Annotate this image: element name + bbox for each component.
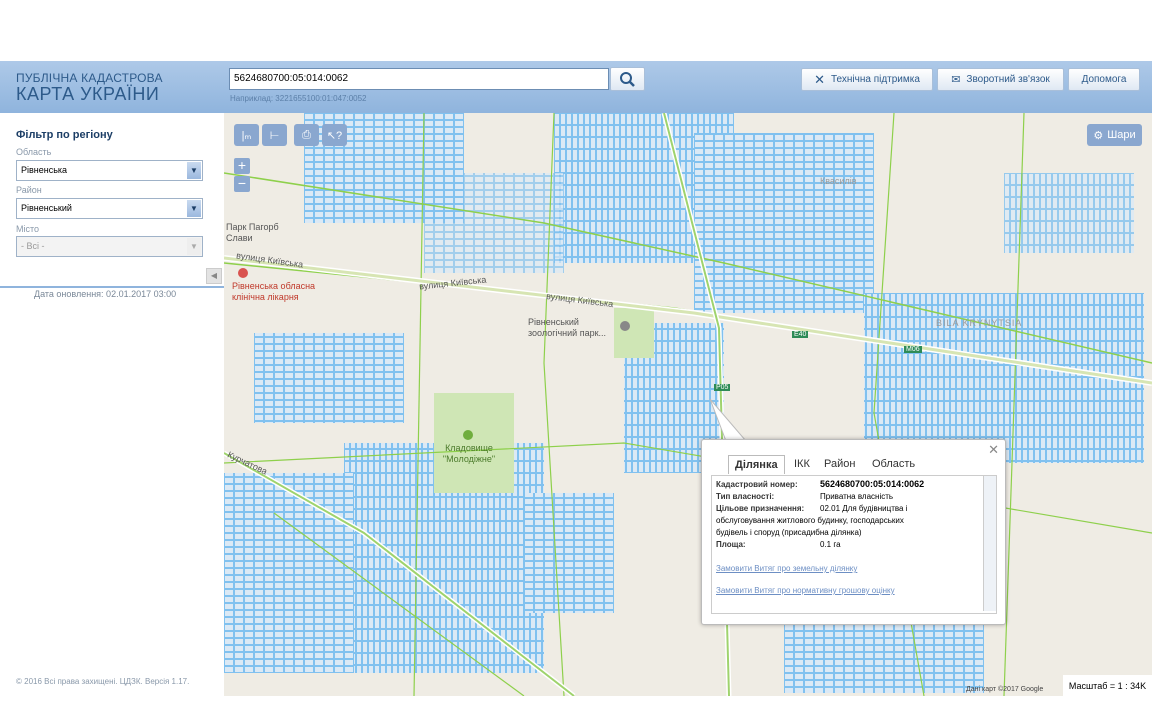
map-canvas[interactable]: |ₘ ⊢ ⎙ ↖? + − ⚙ Шари Парк Пагорб Слави в… (224, 113, 1152, 696)
parcel-block (694, 133, 874, 313)
tools-icon: ✕ (814, 71, 825, 87)
misto-value: - Всі - (21, 241, 45, 251)
collapse-panel-button[interactable]: ◀ (206, 268, 222, 284)
tab-parcel[interactable]: Ділянка (728, 455, 785, 474)
cemetery-marker-icon (463, 430, 473, 440)
cadastral-value: 5624680700:05:014:0062 (820, 479, 925, 489)
popup-scrollbar[interactable] (983, 476, 996, 611)
zoom-out-button[interactable]: − (234, 176, 250, 192)
support-button[interactable]: ✕ Технічна підтримка (801, 68, 933, 91)
map-label: Квасилів (820, 176, 857, 186)
parcel-block (524, 493, 614, 613)
help-label: Допомога (1081, 74, 1127, 85)
rayon-select[interactable]: Рівненський ▼ (16, 198, 203, 219)
copyright: © 2016 Всі права захищені. ЦДЗК. Версія … (16, 677, 190, 686)
hospital-marker-icon (238, 268, 248, 278)
chevron-down-icon[interactable]: ▼ (187, 200, 201, 217)
map-credit: Дані карт ©2017 Google (966, 686, 1044, 693)
road-label: Р05 (714, 384, 731, 391)
search-icon (620, 72, 635, 87)
map-label: Парк Пагорб Слави (226, 222, 279, 243)
map-label: Рівненський зоологічний парк... (528, 317, 607, 338)
misto-select: - Всі - ▼ (16, 236, 203, 257)
scale-indicator: Масштаб = 1 : 34K (1063, 675, 1152, 696)
gear-icon: ⚙ (1093, 129, 1104, 142)
road-label: E40 (792, 331, 809, 338)
purpose-label: Цільове призначення: (716, 504, 805, 513)
oblast-value: Рівненська (21, 165, 68, 175)
popup-pointer (709, 399, 748, 442)
cursor-help-icon: ↖? (326, 129, 343, 142)
identify-button[interactable]: ↖? (322, 124, 347, 146)
misto-label: Місто (16, 224, 40, 234)
region-filter-panel: Фільтр по регіону Область Рівненська ▼ Р… (0, 113, 224, 288)
search-hint: Наприклад: 3221655100:01:047:0052 (230, 94, 367, 103)
support-label: Технічна підтримка (830, 74, 920, 85)
rayon-value: Рівненський (21, 203, 72, 213)
layers-button[interactable]: ⚙ Шари (1087, 124, 1142, 146)
print-icon: ⎙ (302, 128, 311, 141)
purpose-value-2: обслуговування житлового будинку, господ… (716, 516, 904, 525)
map-layer (224, 113, 1152, 696)
oblast-label: Область (16, 147, 52, 157)
tab-rayon[interactable]: Район (818, 455, 861, 473)
feedback-button[interactable]: ✉ Зворотний зв'язок (937, 68, 1064, 91)
order-extract-link[interactable]: Замовити Витяг про земельну ділянку (716, 564, 857, 573)
search-input[interactable]: 5624680700:05:014:0062 (229, 68, 609, 90)
measure-area-button[interactable]: ⊢ (262, 124, 287, 146)
rayon-label: Район (16, 185, 42, 195)
area-icon: ⊢ (269, 129, 280, 142)
map-label: Кладовище "Молодіжне" (442, 443, 496, 464)
header-bar: ПУБЛІЧНА КАДАСТРОВА КАРТА УКРАЇНИ 562468… (0, 61, 1152, 113)
purpose-value-1: 02.01 Для будівництва і (820, 504, 908, 513)
parcel-info-popup: ✕ Ділянка ІКК Район Область Кадастровий … (701, 439, 1006, 625)
area-value: 0.1 га (820, 540, 841, 549)
logo-subtitle: ПУБЛІЧНА КАДАСТРОВА (16, 71, 163, 85)
zoom-in-button[interactable]: + (234, 158, 250, 174)
parcel-block (224, 473, 354, 673)
road-label: М06 (904, 346, 922, 353)
ruler-icon: |ₘ (241, 129, 252, 142)
update-date: Дата оновлення: 02.01.2017 03:00 (34, 289, 177, 299)
area-label: Площа: (716, 540, 746, 549)
zoo-area (614, 308, 654, 358)
map-label: BILA KRYNYTSIA (936, 318, 1023, 328)
help-button[interactable]: Допомога (1068, 68, 1140, 91)
map-label: Рівненська обласна клінічна лікарня (232, 281, 316, 302)
search-button[interactable] (610, 67, 645, 91)
measure-length-button[interactable]: |ₘ (234, 124, 259, 146)
ownership-label: Тип власності: (716, 492, 775, 501)
parcel-block (254, 333, 404, 423)
chevron-down-icon[interactable]: ▼ (187, 162, 201, 179)
mail-icon: ✉ (951, 74, 961, 86)
order-valuation-link[interactable]: Замовити Витяг про нормативну грошову оц… (716, 586, 895, 595)
parcel-block (1004, 173, 1134, 253)
purpose-value-3: будівель і споруд (присадибна ділянка) (716, 528, 862, 537)
tab-oblast[interactable]: Область (866, 455, 921, 473)
ownership-value: Приватна власність (820, 492, 894, 501)
popup-content: Кадастровий номер: 5624680700:05:014:006… (711, 475, 997, 614)
tab-ikk[interactable]: ІКК (788, 455, 816, 473)
logo-title[interactable]: КАРТА УКРАЇНИ (16, 84, 159, 105)
print-button[interactable]: ⎙ (294, 124, 319, 146)
filter-title: Фільтр по регіону (16, 129, 113, 141)
oblast-select[interactable]: Рівненська ▼ (16, 160, 203, 181)
zoo-marker-icon (620, 321, 630, 331)
layers-label: Шари (1107, 129, 1136, 141)
chevron-left-icon: ◀ (210, 271, 218, 280)
chevron-down-icon: ▼ (187, 238, 201, 255)
close-icon[interactable]: ✕ (988, 442, 999, 458)
feedback-label: Зворотний зв'язок (966, 74, 1050, 85)
cadastral-label: Кадастровий номер: (716, 480, 798, 489)
